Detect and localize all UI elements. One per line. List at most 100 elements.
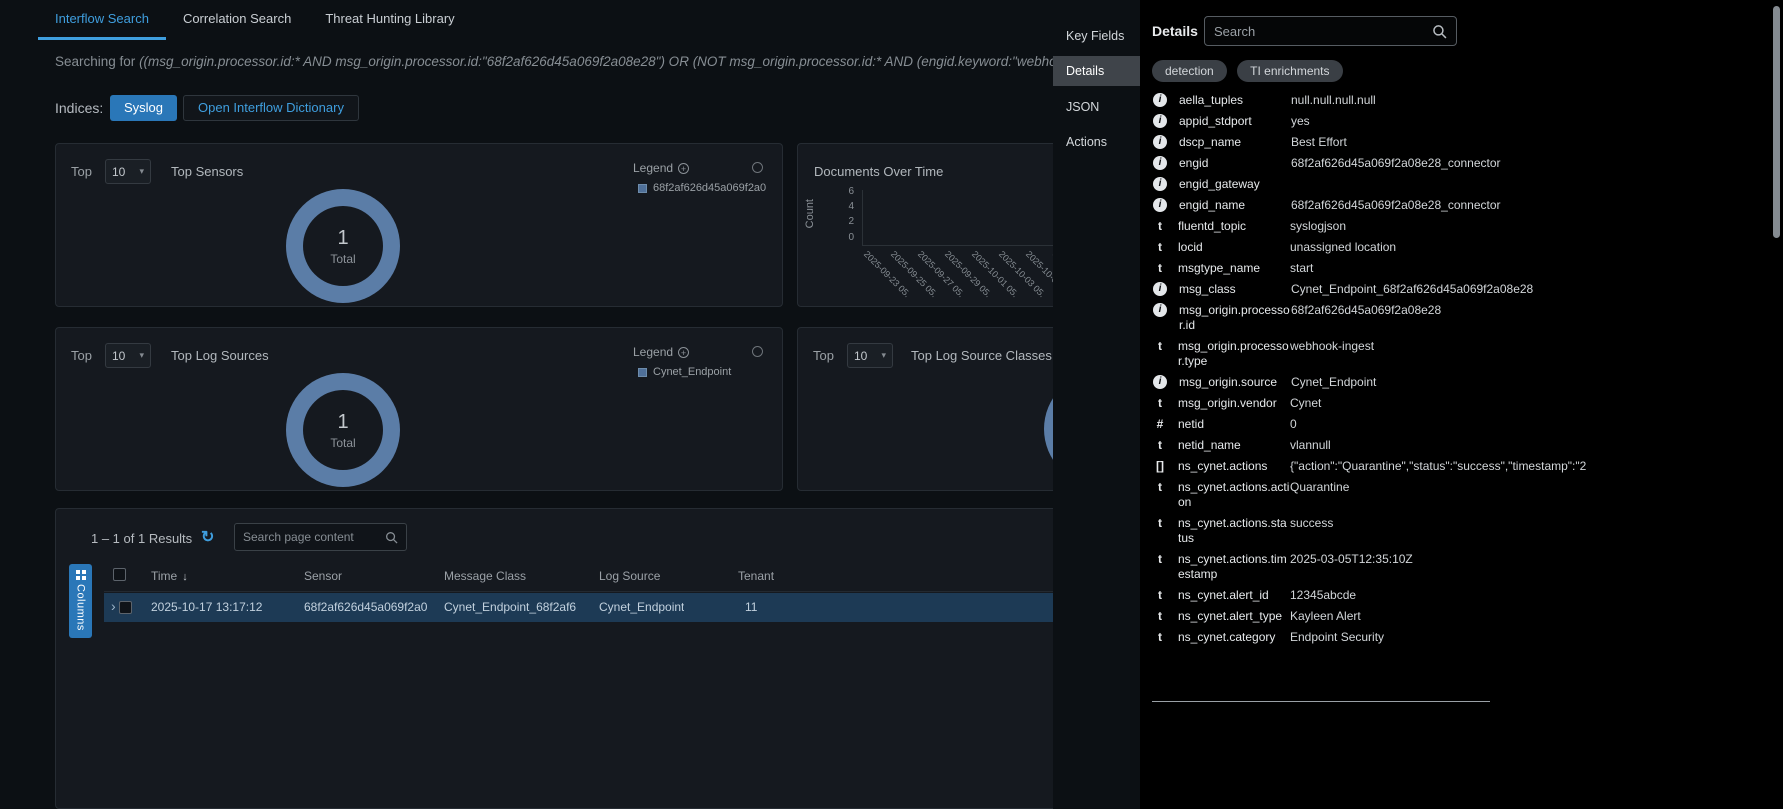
legend-item[interactable]: Cynet_Endpoint (638, 366, 731, 378)
field-type-icon: t (1152, 588, 1168, 603)
open-interflow-dictionary-button[interactable]: Open Interflow Dictionary (183, 95, 359, 121)
x-tick: 2025-10-03 05. (997, 249, 1047, 299)
top-count-value: 10 (112, 349, 139, 363)
row-expand-icon[interactable]: › (111, 598, 116, 614)
legend-swatch-icon (638, 368, 647, 377)
top-count-select[interactable]: 10 ▾ (847, 343, 893, 368)
cell-message-class: Cynet_Endpoint_68f2af6 (444, 600, 592, 614)
page-search-input[interactable] (243, 530, 385, 544)
x-tick: 2025-09-23 05. (862, 249, 912, 299)
panel-title: Top Sensors (171, 164, 243, 179)
grid-icon (76, 570, 86, 580)
legend-text: Legend (633, 345, 673, 359)
donut-center: 1 Total (286, 189, 400, 303)
panel-top-log-source-classes: Top 10 ▾ Top Log Source Classes (797, 327, 1053, 491)
row-checkbox[interactable] (119, 601, 132, 614)
field-key: fluentd_topic (1178, 219, 1290, 234)
field-row: t ns_cynet.actions.status success (1152, 513, 1766, 549)
x-tick: 2025-09-27 05. (916, 249, 966, 299)
y-axis-label: Count (804, 199, 816, 228)
field-row: t msg_origin.vendor Cynet (1152, 393, 1766, 414)
donut-total: 1 (337, 227, 348, 250)
field-key: aella_tuples (1179, 93, 1291, 108)
y-tick: 4 (838, 201, 854, 212)
top-log-source-classes-donut-chart[interactable] (1044, 372, 1053, 486)
top-count-select[interactable]: 10 ▾ (105, 343, 151, 368)
flyout-nav-details[interactable]: Details (1053, 56, 1140, 86)
y-axis-line (862, 190, 863, 245)
field-value: syslogjson (1290, 219, 1766, 234)
chip-ti-enrichments[interactable]: TI enrichments (1237, 60, 1342, 82)
donut-center: 1 Total (286, 373, 400, 487)
top-sensors-donut-chart[interactable]: 1 Total (286, 189, 400, 303)
refresh-icon[interactable]: ↻ (201, 527, 214, 547)
field-value: Kayleen Alert (1290, 609, 1766, 624)
x-tick: 2025-10-01 05. (970, 249, 1020, 299)
panel-toggle-icon[interactable] (752, 162, 763, 173)
legend-add-icon[interactable]: + (678, 347, 689, 358)
field-row: t msg_origin.processor.type webhook-inge… (1152, 336, 1766, 372)
field-key: msg_origin.processor.type (1178, 339, 1290, 369)
x-axis-line (862, 245, 1053, 246)
select-all-checkbox[interactable] (113, 568, 126, 581)
scrollbar-thumb[interactable] (1773, 6, 1780, 238)
top-count-select[interactable]: 10 ▾ (105, 159, 151, 184)
flyout-nav-actions[interactable]: Actions (1053, 135, 1140, 149)
field-key: msg_origin.processor.id (1179, 303, 1291, 333)
field-type-icon: t (1152, 438, 1168, 453)
columns-button-label: Columns (75, 584, 87, 631)
field-key: ns_cynet.actions.status (1178, 516, 1290, 546)
donut-total-label: Total (330, 252, 355, 266)
field-list-divider (1152, 701, 1490, 702)
columns-button[interactable]: Columns (69, 564, 92, 638)
top-count-value: 10 (112, 165, 139, 179)
field-key: engid_name (1179, 198, 1291, 213)
panel-toggle-icon[interactable] (752, 346, 763, 357)
table-row[interactable]: › 2025-10-17 13:17:12 68f2af626d45a069f2… (104, 593, 1053, 622)
column-header-time[interactable]: Time↓ (151, 569, 188, 583)
field-value: Cynet_Endpoint_68f2af626d45a069f2a08e28 (1291, 282, 1766, 297)
field-key: msg_origin.vendor (1178, 396, 1290, 411)
field-key: msgtype_name (1178, 261, 1290, 276)
legend-add-icon[interactable]: + (678, 163, 689, 174)
y-tick: 2 (838, 216, 854, 227)
panel-title: Documents Over Time (814, 164, 943, 179)
top-log-sources-donut-chart[interactable]: 1 Total (286, 373, 400, 487)
legend-swatch-icon (638, 184, 647, 193)
field-value: 2025-03-05T12:35:10Z (1290, 552, 1766, 567)
field-key: locid (1178, 240, 1290, 255)
field-type-icon: t (1152, 261, 1168, 276)
flyout-nav-key-fields[interactable]: Key Fields (1053, 29, 1140, 43)
tab-correlation-search[interactable]: Correlation Search (166, 0, 308, 40)
field-type-icon: i (1153, 93, 1167, 107)
panel-top-sensors: Top 10 ▾ Top Sensors Legend + 68f2af626d… (55, 143, 783, 307)
flyout-nav-json[interactable]: JSON (1053, 100, 1140, 114)
details-flyout: Details detection TI enrichments i aella… (1140, 0, 1783, 809)
column-header-label: Time (151, 569, 177, 583)
field-value: 68f2af626d45a069f2a08e28_connector (1291, 156, 1766, 171)
field-value: yes (1291, 114, 1766, 129)
column-header-sensor[interactable]: Sensor (304, 569, 342, 583)
search-icon (385, 531, 398, 544)
details-search-input[interactable] (1214, 24, 1432, 39)
field-key: ns_cynet.actions (1178, 459, 1290, 474)
field-row: [] ns_cynet.actions {"action":"Quarantin… (1152, 456, 1766, 477)
indices-label: Indices: (55, 100, 103, 116)
syslog-index-button[interactable]: Syslog (110, 95, 177, 121)
chip-detection[interactable]: detection (1152, 60, 1227, 82)
tab-interflow-search[interactable]: Interflow Search (38, 0, 166, 40)
column-header-message-class[interactable]: Message Class (444, 569, 526, 583)
legend-item[interactable]: 68f2af626d45a069f2a0 (638, 182, 766, 194)
top-label: Top (813, 348, 834, 363)
tab-threat-hunting-library[interactable]: Threat Hunting Library (308, 0, 471, 40)
field-row: i engid 68f2af626d45a069f2a08e28_connect… (1152, 153, 1766, 174)
field-key: ns_cynet.alert_id (1178, 588, 1290, 603)
field-type-icon: t (1152, 480, 1168, 495)
field-key: engid_gateway (1179, 177, 1291, 192)
filter-chips: detection TI enrichments (1152, 60, 1349, 82)
column-header-tenant[interactable]: Tenant (738, 569, 774, 583)
top-nav: Interflow Search Correlation Search Thre… (0, 0, 1053, 40)
column-header-log-source[interactable]: Log Source (599, 569, 660, 583)
field-value: null.null.null.null (1291, 93, 1766, 108)
field-value: 0 (1290, 417, 1766, 432)
